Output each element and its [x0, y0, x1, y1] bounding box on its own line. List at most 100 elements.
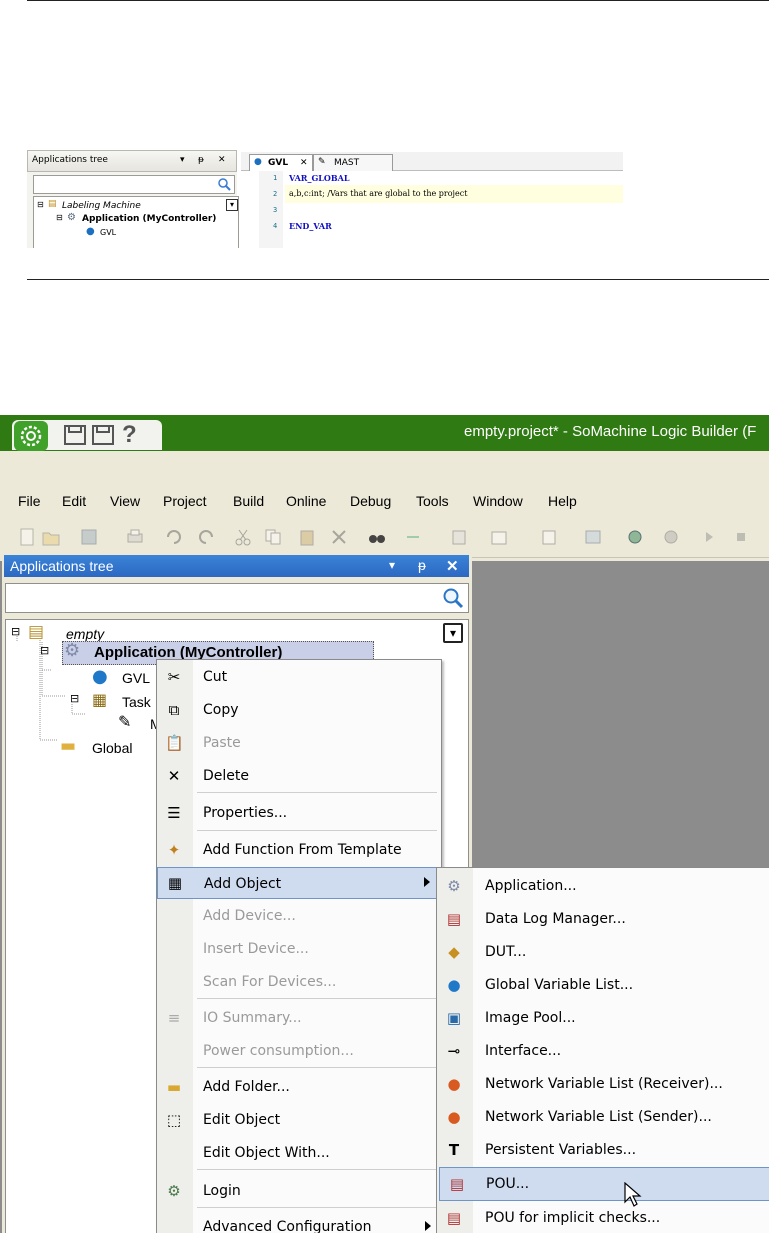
stop-icon[interactable]	[732, 528, 750, 546]
io-summary-icon: ≡	[167, 1009, 181, 1027]
submenu-item-interface[interactable]: ⊸ Interface...	[437, 1035, 769, 1067]
submenu-item-data-log-manager[interactable]: ▤ Data Log Manager...	[437, 903, 769, 935]
submenu-item-pou-for-implicit-checks[interactable]: ▤ POU for implicit checks...	[437, 1202, 769, 1233]
menu-item-properties[interactable]: ☰ Properties...	[157, 798, 441, 828]
menu-build[interactable]: Build	[233, 493, 264, 509]
collapse-icon[interactable]: ⊟	[56, 213, 63, 222]
menu-item-power-consumption[interactable]: Power consumption...	[157, 1036, 441, 1066]
undo-icon[interactable]	[164, 528, 182, 546]
menu-item-add-device[interactable]: Add Device...	[157, 901, 441, 931]
close-icon[interactable]: ✕	[218, 155, 226, 165]
login-icon[interactable]	[626, 528, 644, 546]
menu-online[interactable]: Online	[286, 493, 326, 509]
menu-item-edit-object-with[interactable]: Edit Object With...	[157, 1138, 441, 1168]
tab-mast[interactable]: ✎ MAST	[313, 154, 393, 171]
menu-item-copy[interactable]: ⧉ Copy	[157, 695, 441, 725]
submenu-item-application[interactable]: ⚙ Application...	[437, 870, 769, 902]
clipboard-icon[interactable]	[450, 528, 468, 546]
tab-gvl[interactable]: ● GVL ✕	[249, 154, 313, 171]
submenu-item-network-variable-list-sender[interactable]: ● Network Variable List (Sender)...	[437, 1101, 769, 1133]
start-icon[interactable]	[700, 528, 718, 546]
menu-item-cut[interactable]: ✂ Cut	[157, 662, 441, 692]
tree-dropdown-icon[interactable]: ▾	[443, 623, 463, 643]
save-icon[interactable]	[80, 528, 98, 546]
menu-tools[interactable]: Tools	[416, 493, 449, 509]
close-icon[interactable]: ✕	[446, 557, 459, 575]
pin-icon[interactable]: ᵽ	[418, 557, 426, 573]
help-icon[interactable]: ?	[122, 421, 137, 449]
collapse-icon[interactable]: ⊟	[70, 692, 79, 705]
project-icon: ▤	[28, 622, 45, 642]
cut-icon[interactable]	[234, 528, 252, 546]
tree-item-application[interactable]: Application (MyController)	[82, 214, 216, 224]
logic-builder-window: ? empty.project* - SoMachine Logic Build…	[0, 415, 769, 1233]
collapse-icon[interactable]: ⊟	[11, 625, 20, 638]
submenu-item-dut[interactable]: ◆ DUT...	[437, 936, 769, 968]
folder-icon: ▬	[60, 736, 77, 756]
submenu-item-network-variable-list-receiver[interactable]: ● Network Variable List (Receiver)...	[437, 1068, 769, 1100]
menu-help[interactable]: Help	[548, 493, 577, 509]
menu-separator	[197, 1067, 437, 1068]
app-logo[interactable]	[14, 421, 48, 451]
menu-item-delete[interactable]: ✕ Delete	[157, 761, 441, 791]
tree-item-global[interactable]: Global	[92, 740, 132, 756]
search-icon[interactable]	[442, 587, 464, 609]
menu-item-scan-for-devices[interactable]: Scan For Devices...	[157, 967, 441, 997]
tree-dropdown-icon[interactable]: ▾	[226, 199, 238, 211]
submenu-item-global-variable-list[interactable]: ● Global Variable List...	[437, 969, 769, 1001]
save-icon[interactable]	[64, 425, 86, 445]
edit-object-icon[interactable]	[540, 528, 558, 546]
menu-file[interactable]: File	[18, 493, 41, 509]
tree-item-task[interactable]: Task	[122, 694, 151, 710]
gear-icon: ⚙	[64, 640, 81, 661]
paste-icon[interactable]	[298, 528, 316, 546]
menu-view[interactable]: View	[110, 493, 140, 509]
device-icon[interactable]	[584, 528, 602, 546]
tree-item-gvl[interactable]: GVL	[122, 670, 150, 686]
submenu-item-pou[interactable]: ▤ POU...	[439, 1167, 769, 1207]
close-icon[interactable]: ✕	[300, 158, 308, 168]
search-icon[interactable]	[218, 178, 231, 191]
menu-item-add-folder[interactable]: ▬ Add Folder...	[157, 1072, 441, 1102]
replace-icon[interactable]	[404, 528, 422, 546]
new-icon[interactable]	[18, 528, 36, 546]
small-search-input[interactable]	[33, 175, 235, 194]
globe-icon: ●	[254, 157, 262, 167]
menu-item-add-object[interactable]: ▦ Add Object	[157, 867, 441, 899]
menu-item-io-summary[interactable]: ≡ IO Summary...	[157, 1003, 441, 1033]
scissors-icon: ✂	[167, 668, 181, 686]
menu-item-add-function-from-template[interactable]: ✦ Add Function From Template	[157, 835, 441, 865]
menu-item-login[interactable]: ⚙ Login	[157, 1176, 441, 1206]
save-all-icon[interactable]	[92, 425, 114, 445]
tree-item-gvl[interactable]: GVL	[100, 228, 116, 237]
search-input[interactable]	[5, 583, 469, 613]
dropdown-icon[interactable]: ▾	[389, 558, 395, 572]
collapse-icon[interactable]: ⊟	[40, 644, 49, 657]
delete-icon[interactable]	[330, 528, 348, 546]
pin-icon[interactable]: ᵽ	[198, 155, 204, 165]
redo-icon[interactable]	[198, 528, 216, 546]
menu-item-insert-device[interactable]: Insert Device...	[157, 934, 441, 964]
menu-window[interactable]: Window	[473, 493, 523, 509]
open-icon[interactable]	[42, 528, 60, 546]
menu-debug[interactable]: Debug	[350, 493, 391, 509]
find-icon[interactable]	[368, 528, 386, 546]
copy-icon[interactable]	[264, 528, 282, 546]
menu-item-advanced-configuration[interactable]: Advanced Configuration	[157, 1212, 441, 1233]
menu-item-edit-object[interactable]: ⬚ Edit Object	[157, 1105, 441, 1135]
submenu-item-label: Network Variable List (Receiver)...	[485, 1076, 723, 1092]
dropdown-icon[interactable]: ▾	[180, 155, 185, 165]
tree-item-project[interactable]: Labeling Machine	[62, 201, 141, 211]
add-object-icon[interactable]	[490, 528, 508, 546]
menu-edit[interactable]: Edit	[62, 493, 86, 509]
menu-item-paste[interactable]: 📋 Paste	[157, 728, 441, 758]
collapse-icon[interactable]: ⊟	[37, 200, 44, 209]
folder-icon: ▬	[166, 1078, 182, 1096]
menu-project[interactable]: Project	[163, 493, 207, 509]
print-icon[interactable]	[126, 528, 144, 546]
submenu-item-image-pool[interactable]: ▣ Image Pool...	[437, 1002, 769, 1034]
code-editor[interactable]: 1 2 3 4 VAR_GLOBAL a,b,c:int; /Vars that…	[241, 171, 623, 248]
submenu-item-label: Application...	[485, 878, 577, 894]
logout-icon[interactable]	[662, 528, 680, 546]
submenu-item-persistent-variables[interactable]: T Persistent Variables...	[437, 1134, 769, 1166]
